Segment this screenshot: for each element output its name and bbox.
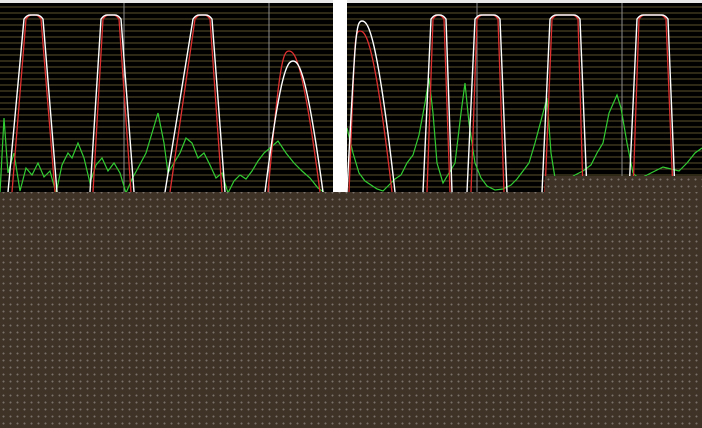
waveform-plot-left — [0, 3, 333, 192]
panel-divider — [333, 0, 347, 192]
scope-panel-left — [0, 0, 333, 192]
floor-area-step — [545, 176, 702, 192]
trace-green — [0, 112, 325, 192]
scope-view — [0, 0, 702, 192]
trace-green — [347, 77, 702, 192]
waveform-plot-right — [347, 3, 702, 192]
trace-white-peak — [347, 20, 396, 192]
scope-panel-right — [347, 0, 702, 192]
